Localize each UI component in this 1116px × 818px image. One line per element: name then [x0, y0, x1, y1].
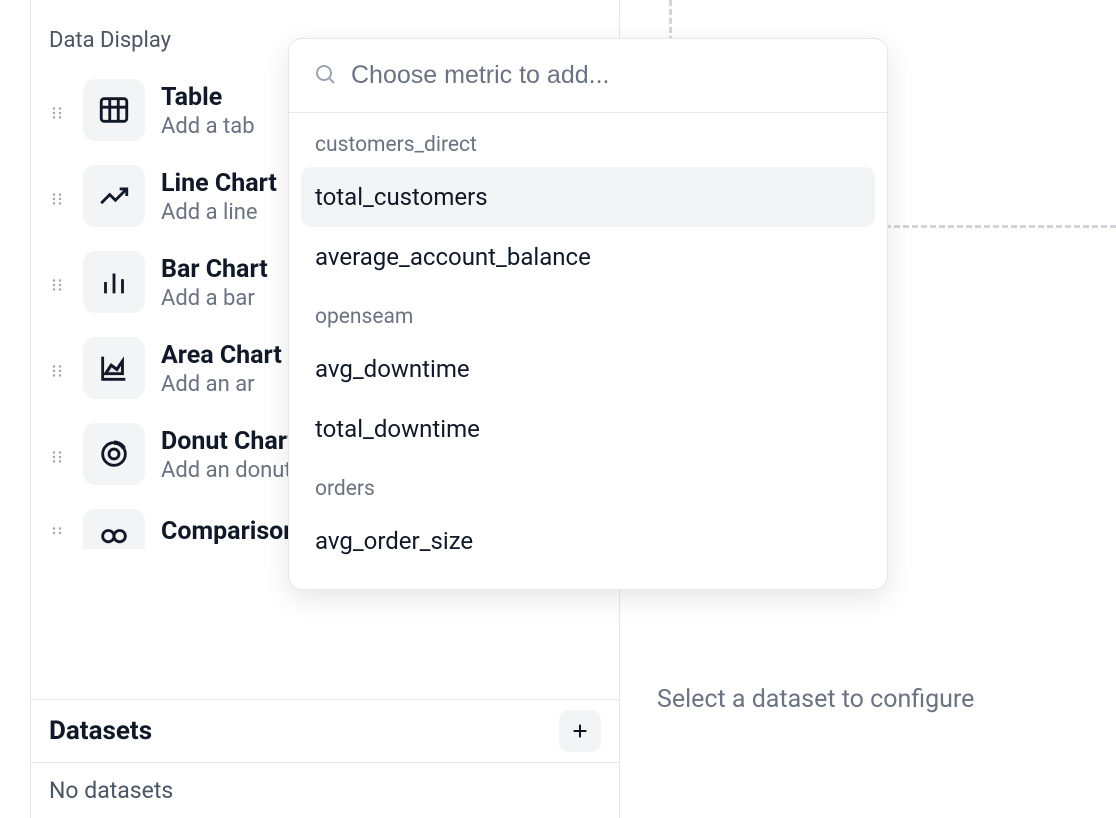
drag-handle-icon[interactable] [47, 447, 67, 467]
add-dataset-button[interactable] [559, 710, 601, 752]
component-title: Bar Chart [161, 255, 268, 284]
datasets-title: Datasets [49, 716, 152, 746]
config-prompt: Select a dataset to configure [657, 685, 974, 714]
component-desc: Add a line [161, 200, 277, 225]
metric-option-average-account-balance[interactable]: average_account_balance [301, 227, 875, 287]
comparison-icon [83, 509, 145, 549]
metric-group-label: orders [301, 459, 875, 511]
bar-chart-icon [83, 251, 145, 313]
line-chart-icon [83, 165, 145, 227]
component-desc: Add a tab [161, 114, 255, 139]
metric-search-row [289, 39, 887, 113]
metric-search-input[interactable] [351, 61, 863, 90]
component-title: Line Chart [161, 169, 277, 198]
metric-group-label: openseam [301, 287, 875, 339]
donut-chart-icon [83, 423, 145, 485]
area-chart-icon [83, 337, 145, 399]
metric-option-avg-downtime[interactable]: avg_downtime [301, 339, 875, 399]
component-desc: Add a bar [161, 286, 268, 311]
metric-option-total-customers[interactable]: total_customers [301, 167, 875, 227]
component-title: Comparison [161, 517, 297, 546]
component-title: Area Chart [161, 341, 282, 370]
drag-handle-icon[interactable] [47, 361, 67, 381]
component-desc: Add an ar [161, 372, 282, 397]
metric-group-label: customers_direct [301, 127, 875, 167]
drag-handle-icon[interactable] [47, 103, 67, 123]
metric-picker-popover: customers_direct total_customers average… [288, 38, 888, 590]
datasets-empty-text: No datasets [31, 763, 619, 818]
drag-handle-icon[interactable] [47, 189, 67, 209]
table-icon [83, 79, 145, 141]
drag-handle-icon[interactable] [47, 523, 67, 543]
metric-option-avg-order-size[interactable]: avg_order_size [301, 511, 875, 571]
metric-option-total-downtime[interactable]: total_downtime [301, 399, 875, 459]
drag-handle-icon[interactable] [47, 275, 67, 295]
datasets-header: Datasets [31, 699, 619, 763]
metric-list: customers_direct total_customers average… [289, 113, 887, 589]
search-icon [313, 62, 337, 90]
component-title: Table [161, 83, 255, 112]
